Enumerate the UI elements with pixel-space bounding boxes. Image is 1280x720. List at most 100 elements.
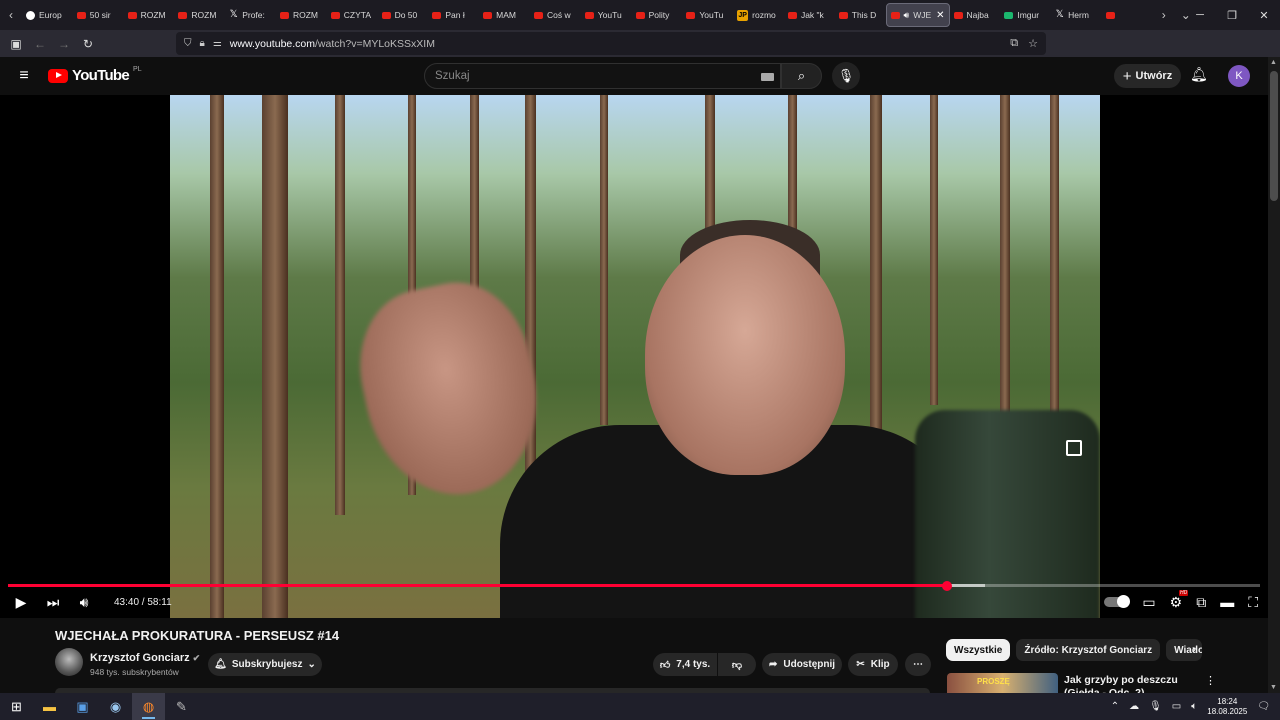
share-icon: ➦ xyxy=(768,659,778,670)
chip-news[interactable]: Wiadomości xyxy=(1166,639,1203,661)
shield-icon[interactable]: ⛉ xyxy=(184,38,192,49)
tabs-scroll-right-icon[interactable]: › xyxy=(1153,8,1175,22)
tab[interactable]: ROZM xyxy=(276,3,327,27)
create-button[interactable]: + Utwórz xyxy=(1114,64,1181,88)
reload-icon[interactable]: ↻ xyxy=(76,32,100,56)
tab[interactable]: ROZM xyxy=(174,3,225,27)
bell-icon: 🔔︎ xyxy=(214,659,227,670)
tab-label: Jak "k xyxy=(800,10,824,20)
lock-icon[interactable]: 🔒︎ xyxy=(200,38,205,49)
miniplayer-overlay-icon[interactable] xyxy=(1066,440,1082,456)
onedrive-icon[interactable]: ☁ xyxy=(1129,701,1139,712)
clip-button[interactable]: ✂ Klip xyxy=(848,653,898,676)
microphone-tray-icon[interactable]: 🎙︎ xyxy=(1149,701,1162,712)
like-button[interactable]: 👍︎ 7,4 tys. xyxy=(653,653,717,676)
dislike-button[interactable]: 👎︎ xyxy=(718,653,756,676)
settings-gear-icon[interactable]: ⚙︎ HD xyxy=(1170,589,1189,615)
tab[interactable]: CZYTA xyxy=(327,3,378,27)
close-window-icon[interactable]: ✕ xyxy=(1248,0,1280,30)
recommended-title[interactable]: Jak grzyby po deszczu (Giełda - Odc. 2) xyxy=(1064,674,1200,693)
hamburger-menu-icon[interactable]: ≡ xyxy=(15,67,33,85)
voice-search-button[interactable]: 🎙︎ xyxy=(832,62,860,90)
more-actions-button[interactable]: ⋯ xyxy=(905,653,931,676)
tab-label: CZYTA xyxy=(343,10,372,20)
tab[interactable]: JP rozmo xyxy=(733,3,784,27)
tab[interactable]: This D xyxy=(835,3,886,27)
tray-expand-icon[interactable]: ⌃ xyxy=(1111,701,1119,712)
address-bar[interactable]: ⛉ 🔒︎ ⚌ www.youtube.com/watch?v=MYLoKSSxX… xyxy=(176,32,1046,55)
chip-source[interactable]: Źródło: Krzysztof Gonciarz xyxy=(1016,639,1161,661)
channel-name[interactable]: Krzysztof Gonciarz ✔ xyxy=(90,652,200,664)
picture-in-picture-icon[interactable]: ⧉ xyxy=(1010,37,1018,50)
autoplay-toggle[interactable] xyxy=(1104,595,1131,608)
more-vertical-icon[interactable]: ⋮ xyxy=(1205,674,1216,687)
tab[interactable]: Pan ł xyxy=(428,3,479,27)
youtube-icon xyxy=(1105,11,1115,19)
volume-icon[interactable]: 🔊︎ xyxy=(64,589,104,615)
tab[interactable]: Jak "k xyxy=(784,3,835,27)
forward-icon[interactable]: → xyxy=(52,32,76,56)
bookmark-star-icon[interactable]: ☆ xyxy=(1028,37,1038,50)
theater-mode-icon[interactable]: ▬ xyxy=(1220,589,1234,615)
file-explorer-icon[interactable]: ▬ xyxy=(33,693,66,720)
tab-close-icon[interactable]: ✕ xyxy=(936,10,944,21)
channel-avatar[interactable] xyxy=(55,648,83,676)
permissions-icon[interactable]: ⚌ xyxy=(213,38,222,49)
tabs-scroll-left-icon[interactable]: ‹ xyxy=(0,8,22,22)
keyboard-icon[interactable] xyxy=(761,73,774,81)
tab[interactable]: Imgur xyxy=(1000,3,1051,27)
tab[interactable]: Europ xyxy=(22,3,73,27)
tab[interactable]: MAM xyxy=(479,3,530,27)
tab[interactable]: Do 50 xyxy=(378,3,429,27)
video-frame[interactable] xyxy=(170,95,1100,618)
player-controls-right: ▭ ⚙︎ HD ⧉ ▬ ⛶ xyxy=(1104,589,1258,615)
chip-all[interactable]: Wszystkie xyxy=(946,639,1011,661)
clock[interactable]: 18:24 18.08.2025 xyxy=(1207,697,1247,717)
tab[interactable]: ROZM xyxy=(124,3,175,27)
tab-audio-icon[interactable]: 🔊︎ xyxy=(904,10,910,21)
progress-bar[interactable] xyxy=(8,580,1260,591)
fullscreen-icon[interactable]: ⛶ xyxy=(1248,589,1258,615)
scrollbar-thumb[interactable] xyxy=(1270,71,1278,201)
chips-next-icon[interactable]: › xyxy=(1192,642,1196,656)
page-scrollbar[interactable]: ▲ ▼ xyxy=(1268,57,1280,693)
tab-active[interactable]: 🔊︎ WJE ✕ xyxy=(885,3,950,27)
subtitles-icon[interactable]: ▭ xyxy=(1142,589,1155,615)
tab[interactable]: 50 sir xyxy=(73,3,124,27)
sidebar-toggle-icon[interactable]: ▣ xyxy=(4,32,28,56)
miniplayer-icon[interactable]: ⧉ xyxy=(1196,589,1206,615)
network-icon[interactable]: ▭ xyxy=(1172,701,1181,712)
next-video-icon[interactable]: ⏭︎ xyxy=(42,589,64,615)
firefox-icon[interactable]: ◍ xyxy=(132,693,165,720)
notifications-icon[interactable]: 🗨︎ xyxy=(1257,701,1270,712)
share-button[interactable]: ➦ Udostępnij xyxy=(762,653,842,676)
tab[interactable]: 𝕏 Herm xyxy=(1051,3,1102,27)
steam-icon[interactable]: ◉ xyxy=(99,693,132,720)
url-text: www.youtube.com/watch?v=MYLoKSSxXIM xyxy=(229,37,435,50)
account-avatar[interactable]: K xyxy=(1228,65,1250,87)
youtube-logo[interactable]: YouTube PL xyxy=(48,66,142,84)
video-player[interactable]: ▶ ⏭︎ 🔊︎ 43:40 / 58:11 ▭ ⚙︎ HD ⧉ ▬ ⛶ xyxy=(0,95,1268,618)
subscribe-button[interactable]: 🔔︎ Subskrybujesz ⌄ xyxy=(208,653,322,676)
restore-icon[interactable]: ❐ xyxy=(1216,0,1248,30)
remote-desktop-icon[interactable]: ▣ xyxy=(66,693,99,720)
search-button[interactable]: ⌕ xyxy=(781,63,822,89)
search-input[interactable] xyxy=(435,70,755,82)
speaker-icon[interactable]: 🔈︎ xyxy=(1191,701,1197,712)
tab[interactable] xyxy=(1102,3,1153,27)
windows-start-icon[interactable]: ⊞ xyxy=(0,693,33,720)
recommended-thumbnail[interactable]: PROSZĘ xyxy=(947,673,1058,693)
app-icon[interactable]: ✎ xyxy=(165,693,198,720)
notifications-bell-icon[interactable]: 🔔︎ xyxy=(1190,66,1208,83)
tab[interactable]: Polity xyxy=(632,3,683,27)
tab[interactable]: Najba xyxy=(950,3,1001,27)
tab[interactable]: 𝕏 Profe: xyxy=(225,3,276,27)
scroll-down-arrow-icon[interactable]: ▼ xyxy=(1270,684,1277,691)
back-icon[interactable]: ← xyxy=(28,32,52,56)
tab[interactable]: YouTu xyxy=(581,3,632,27)
scroll-up-arrow-icon[interactable]: ▲ xyxy=(1270,59,1277,66)
play-icon[interactable]: ▶ xyxy=(0,589,42,615)
tab[interactable]: YouTu xyxy=(682,3,733,27)
tab[interactable]: Coś w xyxy=(530,3,581,27)
minimize-icon[interactable]: ─ xyxy=(1184,0,1216,30)
